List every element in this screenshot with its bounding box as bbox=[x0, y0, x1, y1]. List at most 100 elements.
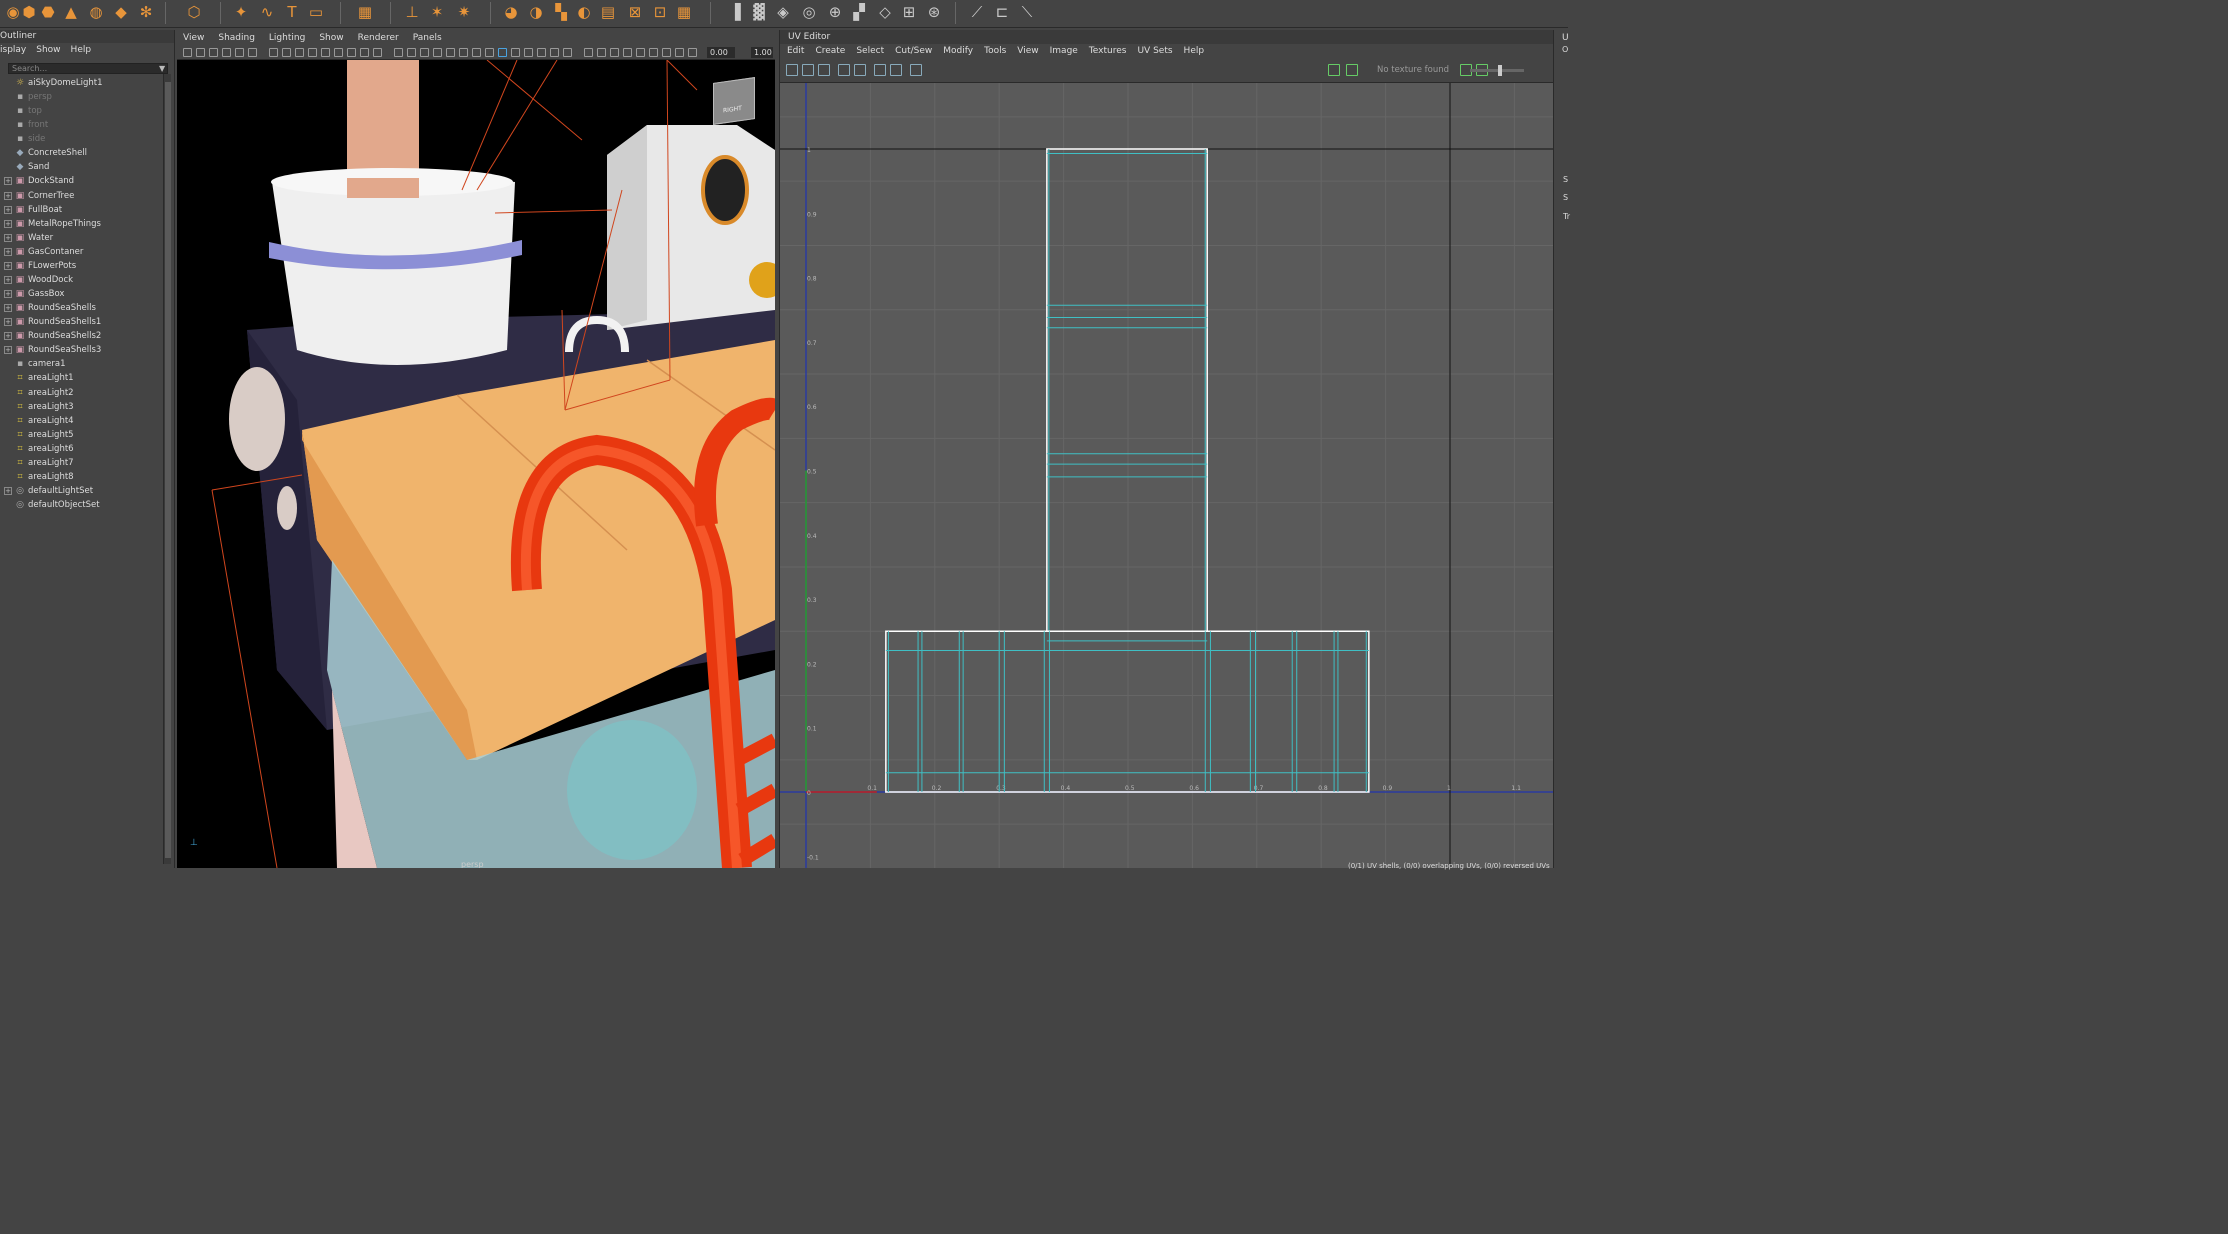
shelf-tool-icon[interactable]: ◆ bbox=[112, 3, 130, 21]
shelf-tool-icon[interactable]: ◑ bbox=[527, 3, 545, 21]
shelf-tool-icon[interactable]: ▐ bbox=[726, 3, 744, 21]
viewport-tool-icon[interactable] bbox=[524, 48, 533, 57]
shelf-tool-icon[interactable]: ✦ bbox=[232, 3, 250, 21]
viewport-tool-icon[interactable] bbox=[662, 48, 671, 57]
expand-icon[interactable]: + bbox=[4, 304, 12, 313]
viewport-tool-icon[interactable] bbox=[636, 48, 645, 57]
outliner-item[interactable]: ▪ persp bbox=[0, 90, 160, 104]
shelf-tool-icon[interactable]: ▦ bbox=[356, 3, 374, 21]
shelf-tool-icon[interactable]: ▭ bbox=[307, 3, 325, 21]
shelf-tool-icon[interactable]: ◐ bbox=[575, 3, 593, 21]
shelf-tool-icon[interactable]: T bbox=[283, 3, 301, 21]
viewport-menu-renderer[interactable]: Renderer bbox=[358, 30, 399, 46]
expand-icon[interactable]: + bbox=[4, 332, 12, 341]
expand-icon[interactable]: + bbox=[4, 318, 12, 327]
shelf-tool-icon[interactable]: ▞ bbox=[850, 3, 868, 21]
shelf-tool-icon[interactable]: ▦ bbox=[675, 3, 693, 21]
viewport-tool-icon[interactable] bbox=[360, 48, 369, 57]
outliner-item[interactable]: + ▣ MetalRopeThings bbox=[0, 217, 160, 231]
uv-tool-icon[interactable] bbox=[874, 64, 886, 76]
shelf-tool-icon[interactable]: ⟋ bbox=[968, 3, 986, 21]
uv-tool-icon[interactable] bbox=[910, 64, 922, 76]
outliner-item[interactable]: + ▣ GassBox bbox=[0, 287, 160, 301]
viewport-tool-icon[interactable] bbox=[183, 48, 192, 57]
outliner-search-input[interactable]: Search... bbox=[8, 63, 168, 74]
outliner-item[interactable]: ⌗ areaLight4 bbox=[0, 414, 160, 428]
outliner-item[interactable]: + ◎ defaultLightSet bbox=[0, 484, 160, 498]
viewport-tool-icon[interactable] bbox=[610, 48, 619, 57]
uv-menu-textures[interactable]: Textures bbox=[1089, 44, 1127, 58]
viewport-tool-icon[interactable] bbox=[597, 48, 606, 57]
shelf-tool-icon[interactable]: ⊞ bbox=[900, 3, 918, 21]
expand-icon[interactable]: + bbox=[4, 247, 12, 256]
outliner-item[interactable]: + ▣ FLowerPots bbox=[0, 259, 160, 273]
viewport-field-a[interactable]: 0.00 bbox=[707, 47, 735, 58]
uv-menu-tools[interactable]: Tools bbox=[984, 44, 1006, 58]
viewport-tool-icon[interactable] bbox=[472, 48, 481, 57]
viewport-panel[interactable]: View Shading Lighting Show Renderer Pane… bbox=[177, 30, 775, 868]
outliner-item[interactable]: ▪ side bbox=[0, 132, 160, 146]
viewport-tool-icon[interactable] bbox=[235, 48, 244, 57]
shelf-tool-icon[interactable]: ◈ bbox=[774, 3, 792, 21]
viewport-tool-icon[interactable] bbox=[373, 48, 382, 57]
outliner-item[interactable]: ◎ defaultObjectSet bbox=[0, 498, 160, 512]
uv-display-toggle-icon[interactable] bbox=[1346, 64, 1358, 76]
uv-menu-create[interactable]: Create bbox=[815, 44, 845, 58]
viewport-tool-icon[interactable] bbox=[269, 48, 278, 57]
shelf-tool-icon[interactable]: ⊕ bbox=[826, 3, 844, 21]
uv-menu-image[interactable]: Image bbox=[1050, 44, 1078, 58]
shelf-tool-icon[interactable]: ◍ bbox=[87, 3, 105, 21]
shelf-tool-icon[interactable]: ⬣ bbox=[39, 3, 57, 21]
expand-icon[interactable]: + bbox=[4, 290, 12, 299]
viewport-tool-icon[interactable] bbox=[498, 48, 507, 57]
outliner-item[interactable]: + ▣ RoundSeaShells1 bbox=[0, 315, 160, 329]
uv-grid-canvas[interactable]: 0.1 0.2 0.3 0.4 0.5 0.6 0.7 0.8 0.9 1 1.1 1 0.9 0.8 0.… bbox=[780, 83, 1554, 868]
uv-tool-icon[interactable] bbox=[802, 64, 814, 76]
uv-menu-help[interactable]: Help bbox=[1184, 44, 1205, 58]
uv-menu-uvsets[interactable]: UV Sets bbox=[1137, 44, 1172, 58]
uv-menu-modify[interactable]: Modify bbox=[943, 44, 973, 58]
chevron-down-icon[interactable]: ▼ bbox=[159, 64, 165, 73]
outliner-item[interactable]: + ▣ RoundSeaShells2 bbox=[0, 329, 160, 343]
viewport-tool-icon[interactable] bbox=[623, 48, 632, 57]
expand-icon[interactable]: + bbox=[4, 205, 12, 214]
viewport-tool-icon[interactable] bbox=[584, 48, 593, 57]
uv-brightness-slider[interactable] bbox=[1470, 65, 1524, 76]
viewport-tool-icon[interactable] bbox=[282, 48, 291, 57]
viewport-tool-icon[interactable] bbox=[446, 48, 455, 57]
shelf-tool-icon[interactable]: ⊛ bbox=[925, 3, 943, 21]
shelf-tool-icon[interactable]: ▤ bbox=[599, 3, 617, 21]
viewport-menu-lighting[interactable]: Lighting bbox=[269, 30, 305, 46]
viewport-tool-icon[interactable] bbox=[222, 48, 231, 57]
shelf-tool-icon[interactable]: ∿ bbox=[258, 3, 276, 21]
outliner-item[interactable]: ⌗ areaLight6 bbox=[0, 442, 160, 456]
outliner-item[interactable]: + ▣ RoundSeaShells bbox=[0, 301, 160, 315]
uv-tool-icon[interactable] bbox=[854, 64, 866, 76]
viewport-tool-icon[interactable] bbox=[407, 48, 416, 57]
viewport-tool-icon[interactable] bbox=[675, 48, 684, 57]
viewport-tool-icon[interactable] bbox=[511, 48, 520, 57]
shelf-tool-icon[interactable]: ◎ bbox=[800, 3, 818, 21]
outliner-scrollbar[interactable] bbox=[163, 74, 171, 864]
expand-icon[interactable]: + bbox=[4, 191, 12, 200]
outliner-item[interactable]: + ▣ Water bbox=[0, 231, 160, 245]
outliner-item[interactable]: + ▣ FullBoat bbox=[0, 203, 160, 217]
shelf-tool-icon[interactable]: ▓ bbox=[750, 3, 768, 21]
viewport-tool-icon[interactable] bbox=[394, 48, 403, 57]
outliner-item[interactable]: + ▣ RoundSeaShells3 bbox=[0, 343, 160, 357]
outliner-menu-help[interactable]: Help bbox=[71, 43, 92, 57]
expand-icon[interactable]: + bbox=[4, 275, 12, 284]
outliner-item[interactable]: ⌗ areaLight2 bbox=[0, 386, 160, 400]
viewport-tool-icon[interactable] bbox=[321, 48, 330, 57]
shelf-tool-icon[interactable]: ▚ bbox=[552, 3, 570, 21]
expand-icon[interactable]: + bbox=[4, 219, 12, 228]
viewport-tool-icon[interactable] bbox=[688, 48, 697, 57]
outliner-item[interactable]: ⌗ areaLight1 bbox=[0, 371, 160, 385]
viewport-tool-icon[interactable] bbox=[550, 48, 559, 57]
viewport-tool-icon[interactable] bbox=[209, 48, 218, 57]
viewport-tool-icon[interactable] bbox=[347, 48, 356, 57]
expand-icon[interactable]: + bbox=[4, 177, 12, 186]
viewport-tool-icon[interactable] bbox=[649, 48, 658, 57]
outliner-item[interactable]: ▪ front bbox=[0, 118, 160, 132]
outliner-item[interactable]: ⌗ areaLight8 bbox=[0, 470, 160, 484]
